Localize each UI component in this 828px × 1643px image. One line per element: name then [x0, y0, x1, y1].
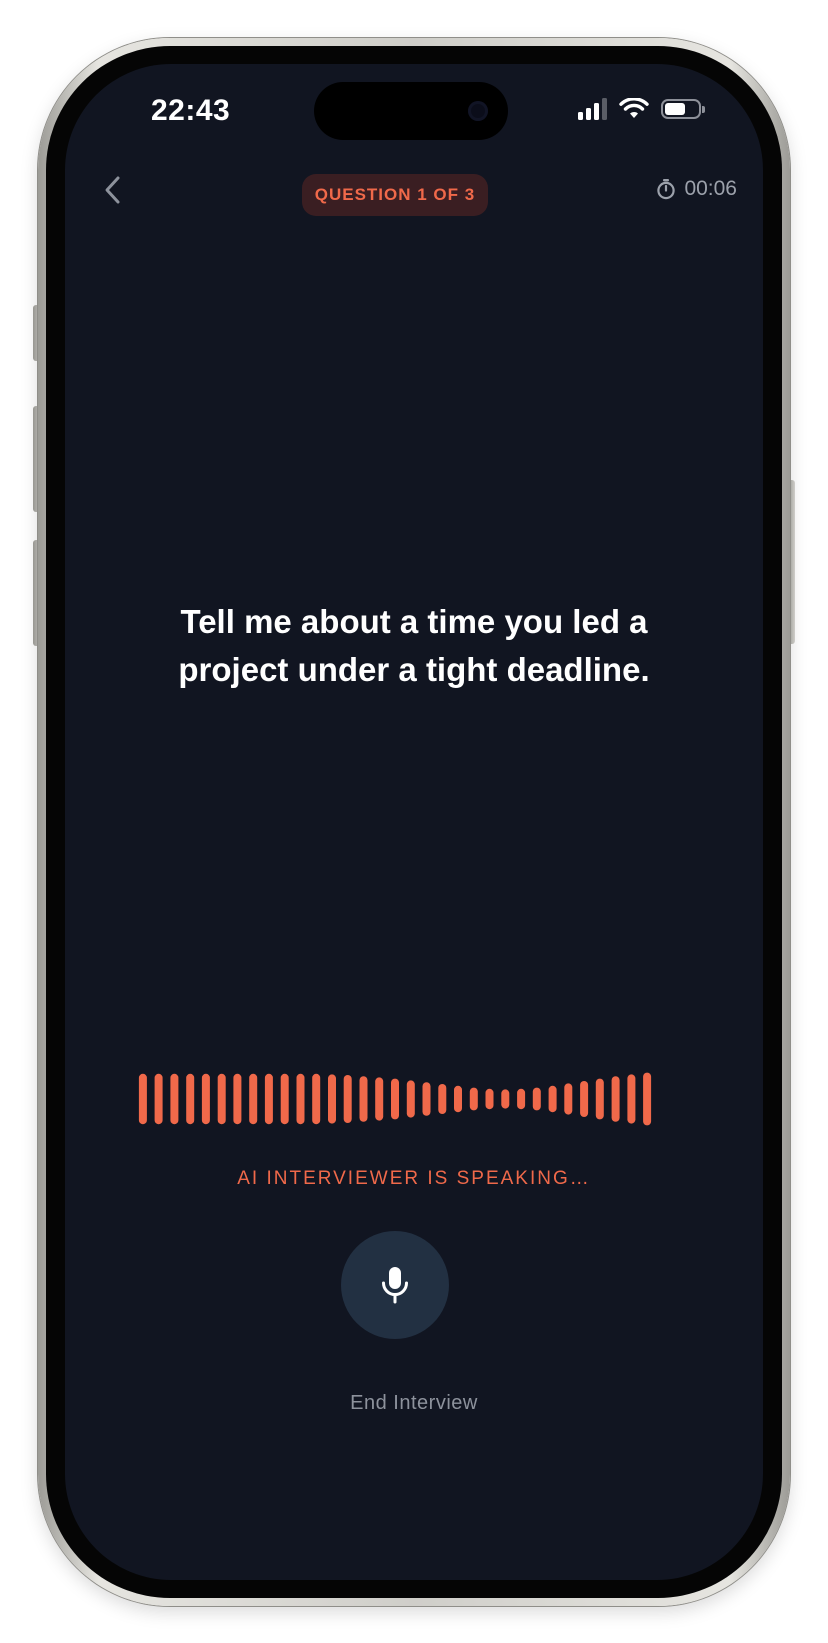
waveform-bar: [217, 1073, 226, 1125]
waveform-bar: [296, 1073, 305, 1125]
waveform-bar: [359, 1076, 368, 1122]
wifi-icon: [619, 98, 649, 118]
waveform-bar: [469, 1087, 478, 1111]
elapsed-timer: 00:06: [656, 176, 737, 202]
waveform-bar: [580, 1081, 589, 1117]
waveform-bar: [170, 1073, 179, 1125]
waveform-bar: [564, 1083, 573, 1115]
waveform-bar: [643, 1072, 652, 1126]
back-button[interactable]: [93, 170, 133, 210]
waveform-bar: [611, 1076, 620, 1122]
signal-bars-icon: [578, 98, 607, 120]
dynamic-island: [314, 82, 508, 140]
question-line-1: Tell me about a time you led a: [180, 603, 648, 640]
status-time: 22:43: [151, 94, 231, 127]
waveform-bar: [454, 1085, 462, 1113]
question-progress-badge: QUESTION 1 OF 3: [302, 174, 488, 216]
question-line-2: project under a tight deadline.: [178, 651, 650, 688]
microphone-icon: [382, 1267, 408, 1304]
audio-waveform: [138, 1072, 652, 1126]
device-mockup: 22:43 QUESTION 1 OF 3 00:06 Tell me abou…: [0, 0, 828, 1643]
waveform-bar: [154, 1073, 163, 1125]
battery-icon: [661, 99, 705, 119]
waveform-bar: [438, 1084, 447, 1114]
stopwatch-icon: [657, 179, 676, 200]
waveform-bar: [328, 1074, 336, 1124]
waveform-bar: [201, 1073, 210, 1125]
end-interview-button[interactable]: End Interview: [65, 1392, 763, 1415]
speaking-status: AI INTERVIEWER IS SPEAKING…: [237, 1168, 591, 1189]
waveform-bar: [517, 1088, 526, 1110]
waveform-bar: [391, 1078, 399, 1120]
waveform-bar: [422, 1082, 431, 1116]
app-screen: 22:43 QUESTION 1 OF 3 00:06 Tell me abou…: [65, 64, 763, 1580]
waveform-bar: [264, 1073, 273, 1125]
timer-value: 00:06: [684, 177, 737, 200]
waveform-bar: [186, 1073, 195, 1125]
waveform-bar: [406, 1080, 415, 1118]
waveform-bar: [233, 1073, 242, 1125]
waveform-bar: [532, 1087, 541, 1111]
waveform-bar: [249, 1073, 258, 1125]
front-camera: [468, 101, 488, 121]
waveform-bar: [138, 1073, 147, 1125]
waveform-bar: [595, 1078, 604, 1120]
interview-question: Tell me about a time you led a project u…: [105, 598, 723, 694]
waveform-bar: [343, 1075, 352, 1123]
waveform-bar: [312, 1073, 321, 1125]
waveform-bar: [280, 1073, 289, 1125]
waveform-bar: [485, 1088, 494, 1110]
microphone-button[interactable]: [341, 1231, 449, 1339]
chevron-left-icon: [105, 176, 120, 204]
waveform-bar: [548, 1085, 557, 1113]
waveform-bar: [501, 1089, 510, 1109]
waveform-bar: [375, 1077, 384, 1121]
status-icons: [578, 98, 705, 120]
waveform-bar: [627, 1074, 636, 1124]
